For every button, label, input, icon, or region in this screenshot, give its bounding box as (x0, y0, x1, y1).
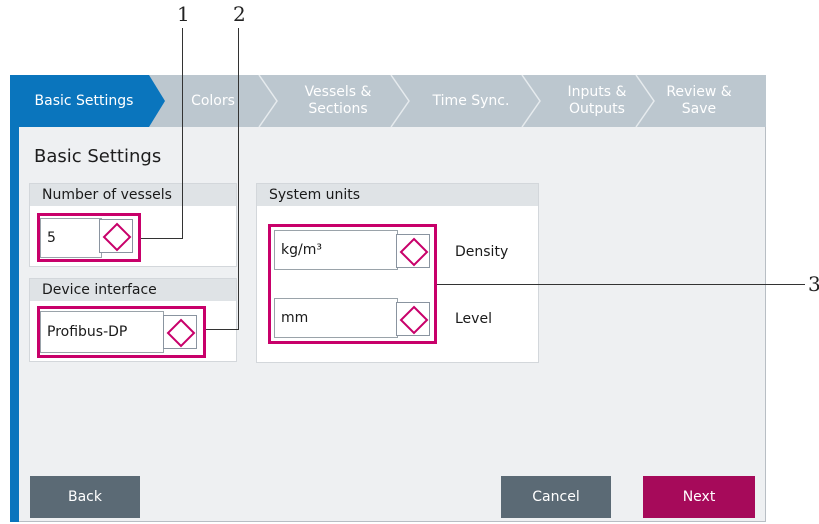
highlight-system-units (268, 224, 437, 344)
leader-line-2-vertical (238, 28, 239, 330)
left-accent-bar (10, 75, 19, 522)
page-title: Basic Settings (34, 146, 162, 167)
leader-line-1-vertical (182, 28, 183, 239)
cancel-label: Cancel (532, 489, 580, 505)
wizard-step-bar: Basic Settings Colors Vessels & Sections… (19, 75, 766, 127)
leader-line-1-horizontal (141, 238, 183, 239)
back-label: Back (68, 489, 102, 505)
callout-3: 3 (808, 272, 819, 296)
highlight-vessels (37, 213, 141, 262)
cancel-button[interactable]: Cancel (501, 476, 611, 518)
leader-line-3 (437, 284, 805, 285)
next-label: Next (682, 489, 716, 505)
leader-line-2-horizontal (206, 329, 239, 330)
density-label: Density (455, 244, 509, 260)
callout-1: 1 (177, 2, 190, 26)
next-button[interactable]: Next (643, 476, 755, 518)
vessels-heading: Number of vessels (30, 184, 236, 206)
units-heading: System units (257, 184, 538, 206)
back-button[interactable]: Back (30, 476, 140, 518)
level-label: Level (455, 311, 492, 327)
highlight-device (37, 306, 206, 358)
callout-2: 2 (233, 2, 246, 26)
device-heading: Device interface (30, 279, 236, 301)
step-separator-icons (258, 75, 655, 127)
